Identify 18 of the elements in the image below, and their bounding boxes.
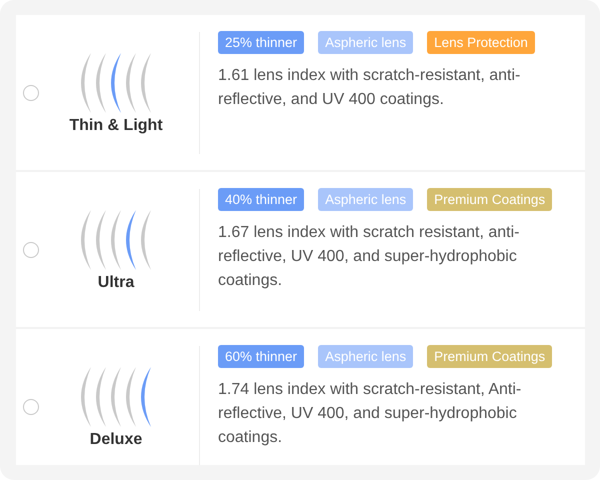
feature-tag: Premium Coatings	[427, 188, 552, 211]
option-description: 1.74 lens index with scratch-resistant, Anti-reflective, UV 400, and super-hydrophobic coatings.	[218, 380, 522, 448]
feature-tag: Lens Protection	[427, 31, 535, 54]
feature-tag: 40% thinner	[218, 188, 304, 211]
feature-tag: Aspheric lens	[318, 31, 414, 54]
radio-button[interactable]	[23, 399, 39, 415]
radio-button[interactable]	[23, 242, 39, 258]
option-description: 1.67 lens index with scratch resistant, anti-reflective, UV 400, and super-hydrophobic coatings.	[218, 223, 520, 291]
feature-tag: Aspheric lens	[318, 345, 414, 368]
option-name: Thin & Light	[69, 117, 163, 135]
feature-tag: 60% thinner	[218, 345, 304, 368]
feature-tag: 25% thinner	[218, 31, 304, 54]
option-name: Ultra	[98, 274, 134, 292]
radio-button[interactable]	[23, 85, 39, 101]
feature-tag: Aspheric lens	[318, 188, 414, 211]
option-description: 1.61 lens index with scratch-resistant, anti-reflective, and UV 400 coatings.	[218, 66, 522, 110]
feature-tag: Premium Coatings	[427, 345, 552, 368]
option-name: Deluxe	[90, 431, 142, 449]
